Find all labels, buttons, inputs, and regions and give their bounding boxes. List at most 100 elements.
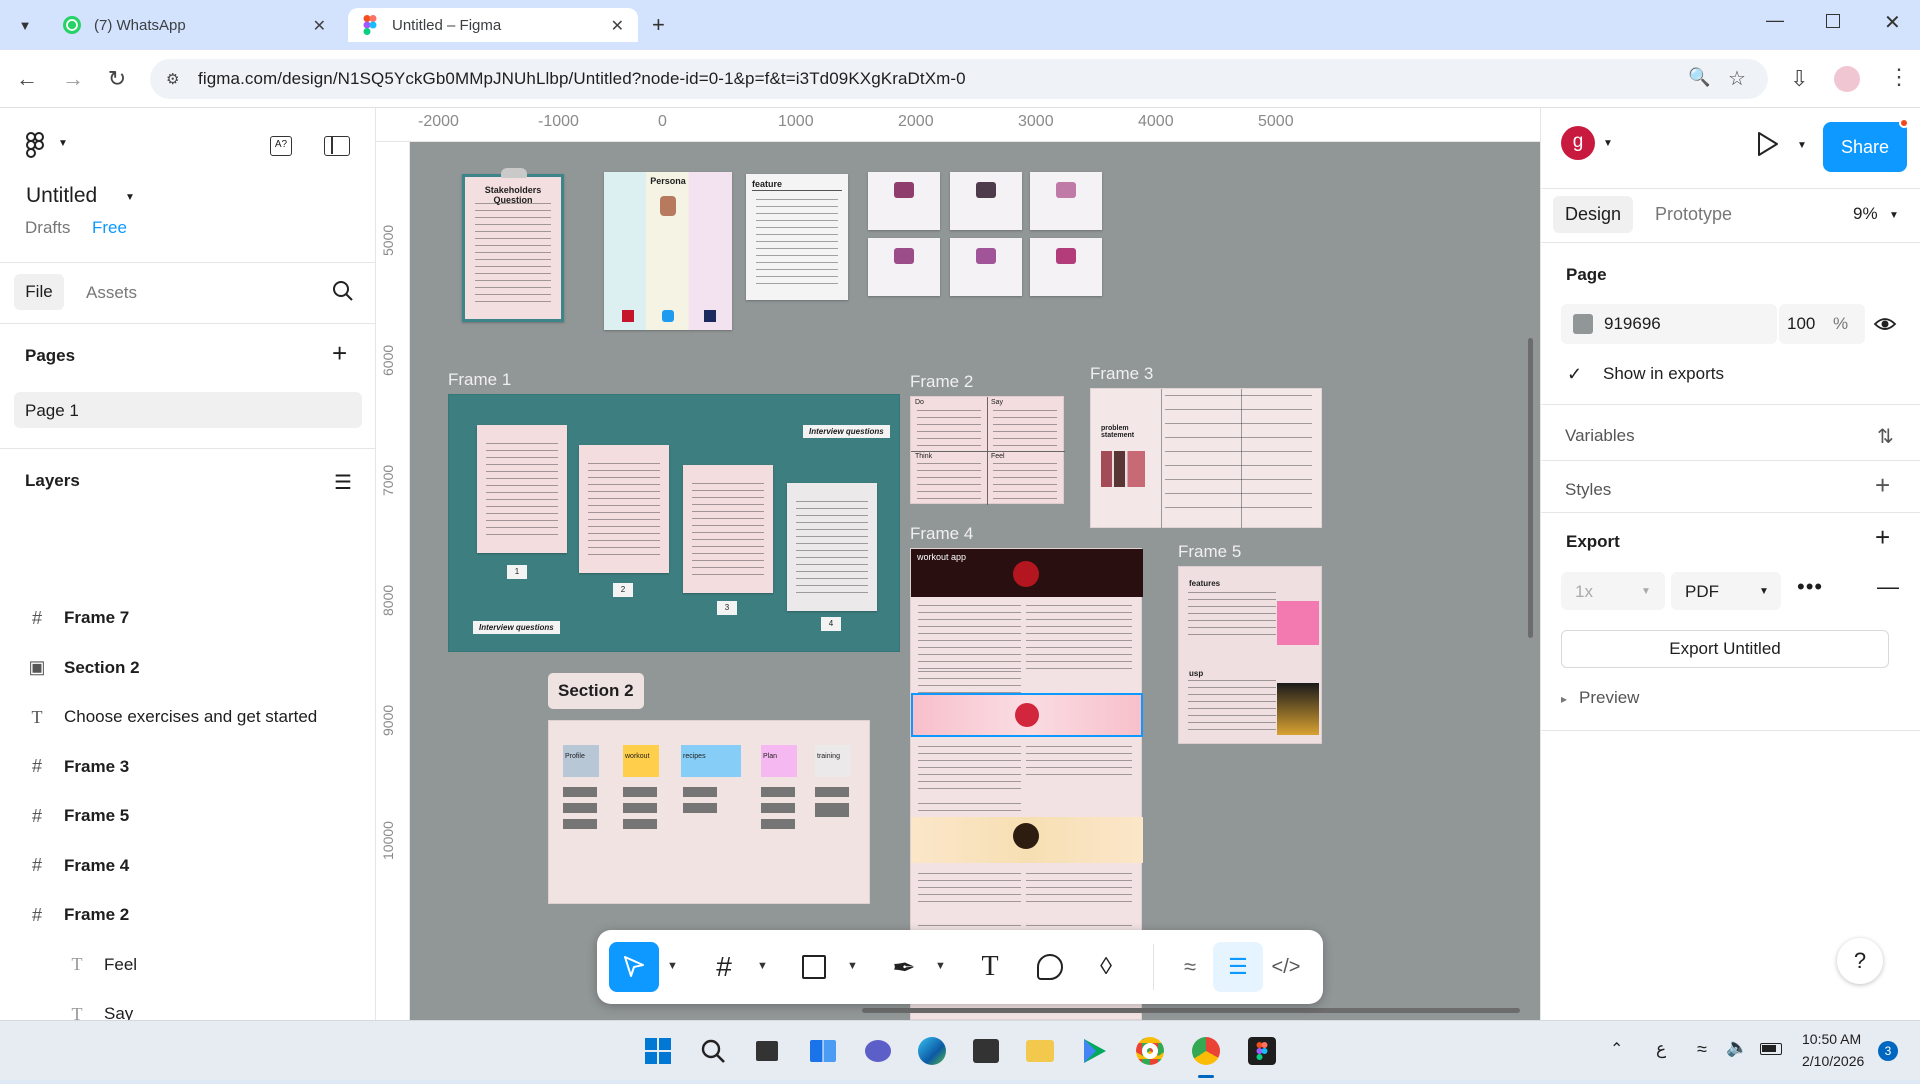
profile-avatar[interactable] <box>1834 66 1860 92</box>
interview-card[interactable] <box>787 483 877 611</box>
task-view-icon[interactable] <box>747 1031 787 1071</box>
store-icon[interactable] <box>966 1031 1006 1071</box>
frame-label[interactable]: Frame 2 <box>910 372 973 392</box>
actions-tool[interactable]: ◊ <box>1081 942 1131 992</box>
export-button[interactable]: Export Untitled <box>1561 630 1889 668</box>
design-mode-icon[interactable]: ☰ <box>1213 942 1263 992</box>
edge-icon[interactable] <box>912 1031 952 1071</box>
sticky-note[interactable]: recipes <box>681 745 741 777</box>
add-export-icon[interactable]: + <box>1875 522 1890 553</box>
opacity-value[interactable]: 100 <box>1787 314 1815 334</box>
layer-item[interactable]: T Choose exercises and get started <box>24 697 354 737</box>
language-indicator[interactable]: ع <box>1656 1039 1666 1059</box>
tab-prototype[interactable]: Prototype <box>1655 204 1732 225</box>
zoom-level[interactable]: 9% <box>1853 204 1878 224</box>
meet-icon[interactable] <box>858 1031 898 1071</box>
frame-label[interactable]: Frame 4 <box>910 524 973 544</box>
add-page-icon[interactable]: + <box>332 338 347 369</box>
sticky-note[interactable]: workout <box>623 745 659 777</box>
feature-card[interactable]: feature <box>746 174 848 300</box>
chevron-up-icon[interactable]: ⌃ <box>1610 1039 1623 1059</box>
reload-icon[interactable]: ↻ <box>104 66 130 92</box>
layer-item[interactable]: # Frame 2 <box>24 895 354 935</box>
illustration-card[interactable] <box>1030 238 1102 296</box>
tab-figma[interactable]: Untitled – Figma ✕ <box>348 8 638 42</box>
plan-badge[interactable]: Free <box>92 218 127 238</box>
more-options-icon[interactable]: ••• <box>1797 574 1823 600</box>
illustration-card[interactable] <box>950 238 1022 296</box>
stakeholders-card[interactable]: Stakeholders Question <box>462 168 564 322</box>
restore-icon[interactable] <box>1826 14 1840 28</box>
sticky-note[interactable]: Profile <box>563 745 599 777</box>
file-location[interactable]: Drafts <box>25 218 70 238</box>
frame-label[interactable]: Frame 3 <box>1090 364 1153 384</box>
frame-label[interactable]: Frame 1 <box>448 370 511 390</box>
chevron-down-icon[interactable]: ▼ <box>935 960 946 972</box>
new-tab-button[interactable]: + <box>652 12 665 38</box>
frame-5[interactable]: features usp <box>1178 566 1322 744</box>
figma-menu-icon[interactable] <box>26 132 46 163</box>
forward-icon[interactable]: → <box>60 66 86 92</box>
site-info-icon[interactable]: ⚙ <box>166 70 179 88</box>
chevron-down-icon[interactable]: ▼ <box>847 960 858 972</box>
frame-3[interactable]: problem statement <box>1090 388 1322 529</box>
remove-export-icon[interactable]: — <box>1877 574 1899 600</box>
file-explorer-icon[interactable] <box>1020 1031 1060 1071</box>
close-tab-icon[interactable]: ✕ <box>611 16 624 36</box>
figma-canvas[interactable]: -2000 -1000 0 1000 2000 3000 4000 5000 5000 6000… <box>376 108 1540 1020</box>
chevron-down-icon[interactable]: ▼ <box>757 960 768 972</box>
frame-label[interactable]: Frame 5 <box>1178 542 1241 562</box>
help-button[interactable]: ? <box>1837 938 1883 984</box>
chevron-down-icon[interactable]: ▼ <box>1759 586 1769 597</box>
chrome-icon[interactable] <box>1130 1031 1170 1071</box>
search-icon[interactable] <box>332 280 353 301</box>
widgets-icon[interactable] <box>803 1031 843 1071</box>
variables-icon[interactable]: ⇅ <box>1877 424 1894 449</box>
illustration-card[interactable] <box>1030 172 1102 230</box>
frame-tool[interactable]: # <box>699 942 749 992</box>
interview-card[interactable] <box>477 425 567 553</box>
download-icon[interactable]: ⇩ <box>1790 66 1808 92</box>
toggle-sidebar-icon[interactable] <box>324 136 350 156</box>
bookmark-star-icon[interactable]: ☆ <box>1728 66 1746 91</box>
illustration-card[interactable] <box>868 172 940 230</box>
tab-assets[interactable]: Assets <box>86 283 137 303</box>
clock-time[interactable]: 10:50 AM <box>1802 1031 1861 1047</box>
layer-item[interactable]: # Frame 5 <box>24 796 354 836</box>
clock-date[interactable]: 2/10/2026 <box>1802 1053 1864 1069</box>
address-bar[interactable]: ⚙ figma.com/design/N1SQ5YckGb0MMpJNUhLlb… <box>150 59 1768 99</box>
zoom-icon[interactable]: 🔍 <box>1688 67 1710 88</box>
vertical-scrollbar[interactable] <box>1528 338 1533 638</box>
layer-item[interactable]: # Frame 4 <box>24 846 354 886</box>
chevron-down-icon[interactable]: ▼ <box>1641 586 1651 597</box>
volume-icon[interactable]: 🔈 <box>1726 1037 1748 1058</box>
layer-item[interactable]: T Feel <box>64 945 394 985</box>
sticky-note[interactable]: Plan <box>761 745 797 777</box>
chevron-down-icon[interactable]: ▼ <box>125 192 135 203</box>
start-icon[interactable] <box>638 1031 678 1071</box>
page-color-field[interactable] <box>1561 304 1777 344</box>
color-swatch[interactable] <box>1573 314 1593 334</box>
illustration-card[interactable] <box>868 238 940 296</box>
dev-mode-icon[interactable]: </> <box>1261 942 1311 992</box>
tab-design[interactable]: Design <box>1553 196 1634 233</box>
user-avatar[interactable]: g <box>1561 126 1595 160</box>
comment-tool[interactable] <box>1025 942 1075 992</box>
visibility-eye-icon[interactable] <box>1873 314 1897 339</box>
tab-file[interactable]: File <box>14 274 64 310</box>
ai-tools-icon[interactable]: A? <box>270 136 292 156</box>
text-tool[interactable]: T <box>965 942 1015 992</box>
frame-2[interactable]: Do Say Think Feel <box>910 396 1065 505</box>
illustration-card[interactable] <box>950 172 1022 230</box>
minimize-icon[interactable]: — <box>1766 10 1784 31</box>
chevron-right-icon[interactable]: ▸ <box>1561 692 1567 706</box>
wifi-icon[interactable]: ≈ <box>1697 1039 1707 1060</box>
preview-toggle[interactable]: Preview <box>1579 688 1639 708</box>
layer-item[interactable]: ▣ Section 2 <box>24 648 354 688</box>
notification-badge[interactable]: 3 <box>1878 1041 1898 1061</box>
layer-item[interactable]: # Frame 3 <box>24 747 354 787</box>
tab-search-button[interactable]: ▼ <box>12 12 38 38</box>
draw-mode-icon[interactable]: ≈ <box>1165 942 1215 992</box>
pen-tool[interactable]: ✒ <box>879 942 929 992</box>
battery-icon[interactable] <box>1760 1043 1782 1055</box>
